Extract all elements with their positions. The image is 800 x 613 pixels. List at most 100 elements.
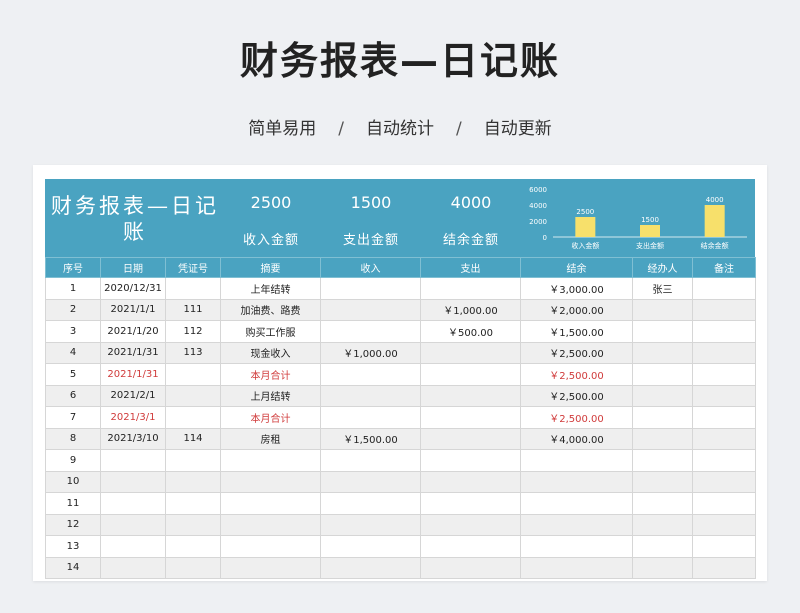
table-cell[interactable]: 1 bbox=[45, 277, 101, 300]
table-cell[interactable]: 8 bbox=[45, 427, 101, 450]
table-cell[interactable]: 6 bbox=[45, 384, 101, 407]
table-cell[interactable] bbox=[220, 470, 321, 493]
table-cell[interactable] bbox=[320, 492, 421, 515]
table-cell[interactable] bbox=[320, 320, 421, 343]
table-cell[interactable] bbox=[632, 384, 693, 407]
table-cell[interactable] bbox=[692, 449, 756, 472]
table-cell[interactable] bbox=[692, 363, 756, 386]
table-cell[interactable] bbox=[420, 341, 521, 364]
table-cell[interactable] bbox=[100, 535, 166, 558]
table-cell[interactable] bbox=[320, 449, 421, 472]
table-cell[interactable]: ￥2,500.00 bbox=[520, 363, 633, 386]
table-cell[interactable] bbox=[420, 470, 521, 493]
table-cell[interactable] bbox=[165, 449, 221, 472]
table-cell[interactable] bbox=[692, 298, 756, 321]
table-cell[interactable] bbox=[692, 427, 756, 450]
table-cell[interactable]: 2021/2/1 bbox=[100, 384, 166, 407]
table-cell[interactable] bbox=[632, 470, 693, 493]
table-cell[interactable] bbox=[100, 492, 166, 515]
table-cell[interactable] bbox=[165, 384, 221, 407]
table-cell[interactable]: 114 bbox=[165, 427, 221, 450]
table-cell[interactable]: 5 bbox=[45, 363, 101, 386]
table-cell[interactable]: 上年结转 bbox=[220, 277, 321, 300]
table-cell[interactable] bbox=[520, 449, 633, 472]
table-cell[interactable] bbox=[692, 513, 756, 536]
table-cell[interactable] bbox=[165, 363, 221, 386]
table-cell[interactable] bbox=[320, 556, 421, 579]
table-cell[interactable] bbox=[632, 298, 693, 321]
table-cell[interactable] bbox=[320, 298, 421, 321]
table-cell[interactable] bbox=[420, 492, 521, 515]
table-cell[interactable]: 2021/1/31 bbox=[100, 341, 166, 364]
table-cell[interactable] bbox=[320, 363, 421, 386]
table-cell[interactable] bbox=[692, 406, 756, 429]
table-cell[interactable] bbox=[100, 470, 166, 493]
table-cell[interactable] bbox=[692, 492, 756, 515]
table-cell[interactable]: 11 bbox=[45, 492, 101, 515]
table-cell[interactable] bbox=[320, 406, 421, 429]
table-cell[interactable] bbox=[320, 535, 421, 558]
table-cell[interactable] bbox=[100, 449, 166, 472]
table-cell[interactable] bbox=[692, 320, 756, 343]
table-cell[interactable]: 2021/1/1 bbox=[100, 298, 166, 321]
table-cell[interactable] bbox=[420, 406, 521, 429]
table-cell[interactable]: 12 bbox=[45, 513, 101, 536]
table-cell[interactable]: ￥1,000.00 bbox=[320, 341, 421, 364]
table-cell[interactable] bbox=[165, 513, 221, 536]
table-cell[interactable] bbox=[520, 492, 633, 515]
table-cell[interactable] bbox=[220, 449, 321, 472]
table-cell[interactable]: 9 bbox=[45, 449, 101, 472]
table-cell[interactable] bbox=[420, 384, 521, 407]
table-cell[interactable]: 2021/1/31 bbox=[100, 363, 166, 386]
table-cell[interactable] bbox=[692, 341, 756, 364]
table-cell[interactable]: 现金收入 bbox=[220, 341, 321, 364]
table-cell[interactable]: ￥2,500.00 bbox=[520, 341, 633, 364]
table-cell[interactable] bbox=[165, 277, 221, 300]
table-cell[interactable]: 上月结转 bbox=[220, 384, 321, 407]
table-cell[interactable] bbox=[320, 513, 421, 536]
table-cell[interactable]: 2021/3/1 bbox=[100, 406, 166, 429]
table-cell[interactable] bbox=[632, 535, 693, 558]
table-cell[interactable]: ￥4,000.00 bbox=[520, 427, 633, 450]
table-cell[interactable] bbox=[632, 427, 693, 450]
table-cell[interactable]: 113 bbox=[165, 341, 221, 364]
table-cell[interactable]: 本月合计 bbox=[220, 406, 321, 429]
table-cell[interactable]: 房租 bbox=[220, 427, 321, 450]
table-cell[interactable] bbox=[692, 470, 756, 493]
table-cell[interactable] bbox=[320, 277, 421, 300]
table-cell[interactable] bbox=[100, 513, 166, 536]
table-cell[interactable] bbox=[692, 384, 756, 407]
table-cell[interactable] bbox=[632, 320, 693, 343]
table-cell[interactable] bbox=[320, 384, 421, 407]
table-cell[interactable] bbox=[420, 513, 521, 536]
table-cell[interactable] bbox=[632, 449, 693, 472]
table-cell[interactable]: 112 bbox=[165, 320, 221, 343]
table-cell[interactable] bbox=[165, 535, 221, 558]
table-cell[interactable]: ￥1,500.00 bbox=[320, 427, 421, 450]
table-cell[interactable] bbox=[520, 513, 633, 536]
table-cell[interactable]: 2020/12/31 bbox=[100, 277, 166, 300]
table-cell[interactable] bbox=[220, 492, 321, 515]
table-cell[interactable]: ￥3,000.00 bbox=[520, 277, 633, 300]
table-cell[interactable] bbox=[420, 427, 521, 450]
table-cell[interactable] bbox=[220, 556, 321, 579]
table-cell[interactable] bbox=[632, 513, 693, 536]
table-cell[interactable]: 13 bbox=[45, 535, 101, 558]
table-cell[interactable] bbox=[632, 492, 693, 515]
table-cell[interactable]: 3 bbox=[45, 320, 101, 343]
table-cell[interactable]: ￥2,000.00 bbox=[520, 298, 633, 321]
table-cell[interactable] bbox=[100, 556, 166, 579]
table-cell[interactable]: ￥2,500.00 bbox=[520, 384, 633, 407]
table-cell[interactable] bbox=[220, 535, 321, 558]
table-cell[interactable]: ￥500.00 bbox=[420, 320, 521, 343]
table-cell[interactable] bbox=[692, 277, 756, 300]
table-cell[interactable]: ￥2,500.00 bbox=[520, 406, 633, 429]
table-cell[interactable] bbox=[165, 556, 221, 579]
table-cell[interactable] bbox=[520, 556, 633, 579]
table-cell[interactable]: 7 bbox=[45, 406, 101, 429]
table-cell[interactable] bbox=[420, 535, 521, 558]
table-cell[interactable] bbox=[165, 492, 221, 515]
table-cell[interactable]: 111 bbox=[165, 298, 221, 321]
table-cell[interactable]: ￥1,500.00 bbox=[520, 320, 633, 343]
table-cell[interactable] bbox=[420, 449, 521, 472]
